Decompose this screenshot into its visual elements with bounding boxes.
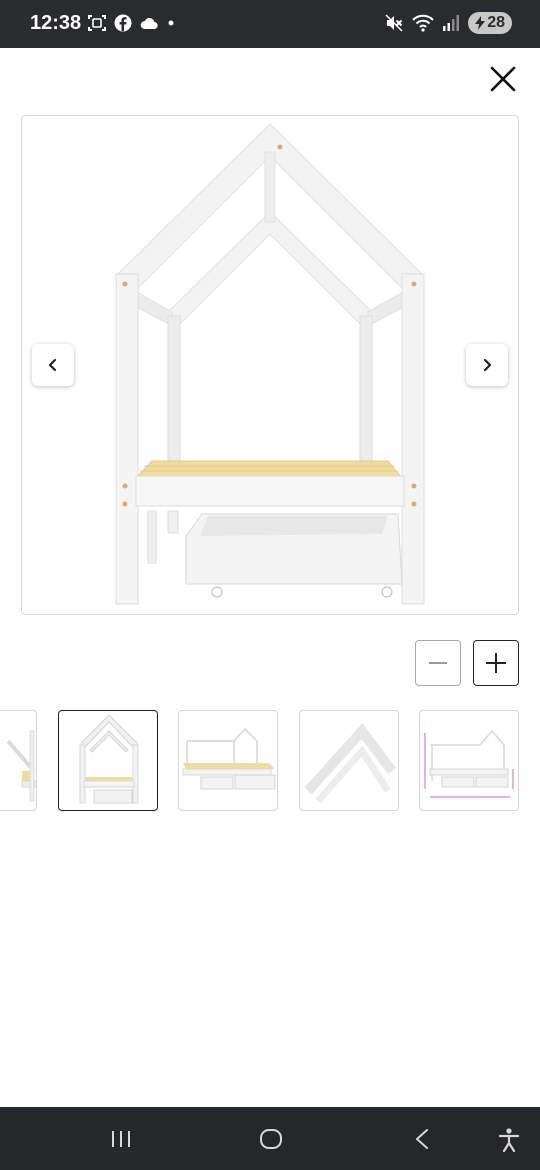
thumbnail-image xyxy=(79,714,139,804)
close-button[interactable] xyxy=(488,64,518,94)
thumbnail-roof-detail[interactable] xyxy=(299,710,399,811)
plus-icon xyxy=(486,653,506,673)
zoom-out-button[interactable] xyxy=(415,640,461,686)
minus-icon xyxy=(429,662,447,664)
thumbnail-strip[interactable] xyxy=(0,710,540,811)
accessibility-icon xyxy=(498,1128,520,1153)
thumbnail-front-view[interactable] xyxy=(58,710,158,811)
thumbnail-dimensions-diagram[interactable] xyxy=(419,710,519,811)
system-navigation-bar xyxy=(0,1107,540,1170)
home-button[interactable] xyxy=(259,1127,283,1156)
status-time: 12:38 xyxy=(30,12,82,34)
thumbnail-image xyxy=(6,730,36,802)
charging-bolt-icon xyxy=(475,16,486,30)
signal-icon xyxy=(443,15,460,31)
thumbnail-image xyxy=(182,727,276,790)
status-bar: 12:38 28 xyxy=(0,0,540,48)
back-icon xyxy=(416,1129,428,1149)
wifi-icon xyxy=(412,14,434,32)
main-product-image[interactable] xyxy=(21,115,519,615)
screenshot-icon xyxy=(88,15,106,31)
house-bed-front-view xyxy=(115,123,425,605)
thumbnail-partial-side-view[interactable] xyxy=(0,710,37,811)
chevron-right-icon xyxy=(483,358,492,372)
dot-icon xyxy=(168,20,174,26)
status-icons-left xyxy=(88,14,176,32)
zoom-controls xyxy=(415,640,519,686)
back-button[interactable] xyxy=(413,1128,431,1155)
thumbnail-image xyxy=(424,729,514,798)
thumbnail-angled-view-with-drawers[interactable] xyxy=(178,710,278,811)
home-icon xyxy=(260,1129,282,1149)
mute-icon xyxy=(385,14,403,32)
viewer-header xyxy=(0,48,540,110)
status-icons-right: 28 xyxy=(384,12,512,34)
facebook-icon xyxy=(114,14,132,32)
battery-icon: 28 xyxy=(468,12,512,34)
previous-image-button[interactable] xyxy=(32,344,74,386)
accessibility-button[interactable] xyxy=(498,1127,520,1158)
cloud-icon xyxy=(140,17,158,30)
recent-apps-button[interactable] xyxy=(110,1129,132,1154)
thumbnail-image xyxy=(304,723,396,804)
close-icon xyxy=(490,66,516,92)
zoom-in-button[interactable] xyxy=(473,640,519,686)
next-image-button[interactable] xyxy=(466,344,508,386)
recent-apps-icon xyxy=(112,1131,130,1147)
battery-level: 28 xyxy=(487,14,505,31)
chevron-left-icon xyxy=(48,358,57,372)
